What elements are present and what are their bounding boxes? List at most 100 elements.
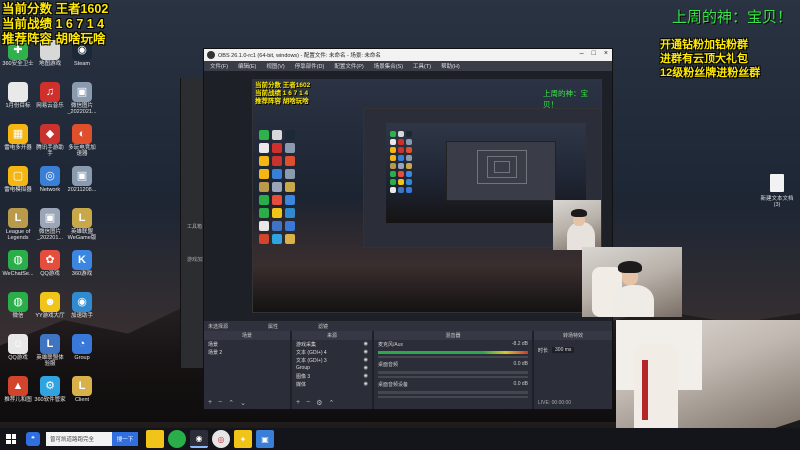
desktop-icon[interactable]: ▣ 微信图片_2022021... — [66, 82, 98, 115]
remove-icon[interactable]: − — [218, 399, 222, 407]
desktop-icon[interactable]: K 360游戏 — [66, 250, 98, 277]
source-item[interactable]: 文本 (GDI+) 3 ◉ — [292, 356, 372, 364]
file-explorer-icon[interactable] — [146, 430, 164, 448]
app-green-icon[interactable] — [168, 430, 186, 448]
gear-icon[interactable]: ⚙ — [316, 399, 322, 407]
obs-menu-item[interactable]: 配置文件(P) — [334, 62, 363, 70]
desktop-icon[interactable]: L League of Legends — [2, 208, 34, 241]
remove-icon[interactable]: − — [306, 399, 310, 407]
transitions-dock: 转场特效 时长 300 ms LIVE: 00:00:00 — [534, 331, 612, 409]
obs-menu-item[interactable]: 编辑(E) — [238, 62, 256, 70]
source-item[interactable]: Group ◉ — [292, 364, 372, 372]
obs-menu-item[interactable]: 停靠部件(D) — [295, 62, 325, 70]
app-blue-icon[interactable]: ▣ — [256, 430, 274, 448]
desktop-icon[interactable]: ☺ QQ游戏 — [2, 334, 34, 361]
mini-overlay-line: 当前分数 王者1602 — [255, 82, 311, 89]
eye-icon[interactable]: ◉ — [364, 341, 368, 347]
close-icon[interactable]: × — [604, 50, 608, 57]
source-item[interactable]: 游戏采集 ◉ — [292, 340, 372, 348]
app-yellow-icon[interactable]: ✦ — [234, 430, 252, 448]
volume-slider[interactable] — [378, 376, 528, 378]
desktop-icon-label: YY游戏大厅 — [35, 313, 65, 319]
desktop-icon[interactable]: ♫ 网易云音乐 — [34, 82, 66, 109]
scene-item[interactable]: 场景 2 — [204, 348, 290, 356]
desktop-icon[interactable]: 1月份目标 — [2, 82, 34, 109]
scene-item[interactable]: 场景 — [204, 340, 290, 348]
obs-titlebar[interactable]: OBS 26.1.0-rc1 (64-bit, windows) - 配置文件:… — [204, 49, 612, 61]
obs-menu-item[interactable]: 场景集合(S) — [374, 62, 403, 70]
group-icon: ◔ — [72, 334, 92, 354]
desktop-icon[interactable]: ◍ WeChatSe... — [2, 250, 34, 277]
desktop-icon[interactable]: ◆ 腾讯手游助手 — [34, 124, 66, 157]
recursive-preview-layer: 当前分数 王者1602 当前战绩 1 6 7 1 4 推荐阵容 胡啥玩啥 上周的… — [252, 79, 602, 313]
emulator-icon — [390, 147, 396, 153]
desktop-icon[interactable]: ◎ Network — [34, 166, 66, 193]
desktop-icon[interactable]: L 英雄联盟体验服 — [34, 334, 66, 367]
obs-title-text: OBS 26.1.0-rc1 (64-bit, windows) - 配置文件:… — [218, 53, 381, 59]
browser-icon[interactable]: ◎ — [212, 430, 230, 448]
properties-button[interactable]: 属性 — [268, 323, 278, 330]
desktop-file[interactable]: 新建文本文档(3) — [760, 174, 794, 208]
lol-icon — [259, 182, 269, 192]
scenes-dock-title: 场景 — [204, 331, 290, 340]
eye-icon[interactable]: ◉ — [364, 365, 368, 371]
eye-icon[interactable]: ◉ — [364, 381, 368, 387]
wechat-icon — [390, 179, 396, 185]
eye-icon[interactable]: ◉ — [364, 349, 368, 355]
obs-window[interactable]: OBS 26.1.0-rc1 (64-bit, windows) - 配置文件:… — [203, 48, 613, 410]
desktop-icon[interactable]: ▣ 微信图片_202201... — [34, 208, 66, 241]
volume-slider[interactable] — [378, 396, 528, 398]
down-icon[interactable]: ⌄ — [240, 399, 246, 407]
up-icon[interactable]: ⌃ — [228, 399, 234, 407]
game-icon — [259, 234, 269, 244]
maximize-icon[interactable]: □ — [592, 50, 596, 57]
source-item[interactable]: 媒体 ◉ — [292, 380, 372, 388]
transition-duration-label: 时长 — [538, 347, 549, 354]
obs-preview[interactable]: 当前分数 王者1602 当前战绩 1 6 7 1 4 推荐阵容 胡啥玩啥 上周的… — [204, 71, 612, 321]
desktop-icon[interactable]: L Client — [66, 376, 98, 403]
start-button[interactable] — [0, 428, 22, 450]
chat-icon[interactable]: ❝ — [26, 432, 40, 446]
obs-menu-item[interactable]: 帮助(H) — [441, 62, 460, 70]
desktop-icon[interactable]: ▢ 雷电模拟器 — [2, 166, 34, 193]
mini-overlay-title: 上周的神：宝贝！ — [543, 89, 588, 109]
desktop-icon[interactable]: ◔ Group — [66, 334, 98, 361]
desktop-icon[interactable]: ▦ 雷电多开器 — [2, 124, 34, 151]
wechat-icon: ◍ — [8, 250, 28, 270]
obs-menu-item[interactable]: 工具(T) — [413, 62, 431, 70]
mixer-channels: 麦克风/Aux -8.2 dB 桌面音频 0.0 dB 桌面音频设备 0.0 dB — [374, 340, 532, 398]
desktop-icon[interactable]: ✿ QQ游戏 — [34, 250, 66, 277]
filters-button[interactable]: 滤镜 — [318, 323, 328, 330]
desktop-icon[interactable]: ◉ 加速助手 — [66, 292, 98, 319]
obs-menubar: 文件(F) 编辑(E) 视图(V) 停靠部件(D) 配置文件(P) 场景集合(S) 工具(T… — [204, 61, 612, 71]
transition-duration-input[interactable]: 300 ms — [552, 347, 575, 353]
desktop-icon[interactable]: L 英雄联盟WeGame版 — [66, 208, 98, 241]
desktop-icon[interactable]: ☻ YY游戏大厅 — [34, 292, 66, 319]
mixer-channel-label: 桌面音频设备 0.0 dB — [374, 380, 532, 389]
desktop-icon[interactable]: ⚙ 360软件管家 — [34, 376, 66, 403]
source-item[interactable]: 文本 (GDI+) 4 ◉ — [292, 348, 372, 356]
desktop-icon-label: League of Legends — [5, 229, 31, 241]
obs-menu-item[interactable]: 视图(V) — [266, 62, 284, 70]
add-icon[interactable]: + — [208, 399, 212, 407]
source-item[interactable]: 图像 3 ◉ — [292, 372, 372, 380]
taskbar-search-button[interactable]: 搜一下 — [112, 432, 138, 446]
add-icon[interactable]: + — [296, 399, 300, 407]
obs-taskbar-icon[interactable]: ◉ — [190, 430, 208, 448]
overlay-line: 推荐阵容 胡啥玩啥 — [2, 32, 106, 46]
desktop-icon[interactable]: ◍ 微信 — [2, 292, 34, 319]
game-icon — [272, 156, 282, 166]
eye-icon[interactable]: ◉ — [364, 357, 368, 363]
volume-slider[interactable] — [378, 356, 528, 358]
up-icon[interactable]: ⌃ — [328, 399, 334, 407]
taskbar-search-input[interactable]: 曾可凯道路跑完全 — [46, 432, 112, 446]
mixer-channel-db: 0.0 dB — [513, 361, 528, 367]
desktop-icon[interactable]: ◐ 多玩电竞加速器 — [66, 124, 98, 157]
obs-menu-item[interactable]: 文件(F) — [210, 62, 228, 70]
eye-icon[interactable]: ◉ — [364, 373, 368, 379]
desktop-icon[interactable]: ▲ 推荐儿和图 — [2, 376, 34, 403]
assist-icon — [285, 208, 295, 218]
music-icon — [272, 143, 282, 153]
minimize-icon[interactable]: – — [580, 50, 584, 57]
desktop-icon[interactable]: ▣ 20211208... — [66, 166, 98, 193]
